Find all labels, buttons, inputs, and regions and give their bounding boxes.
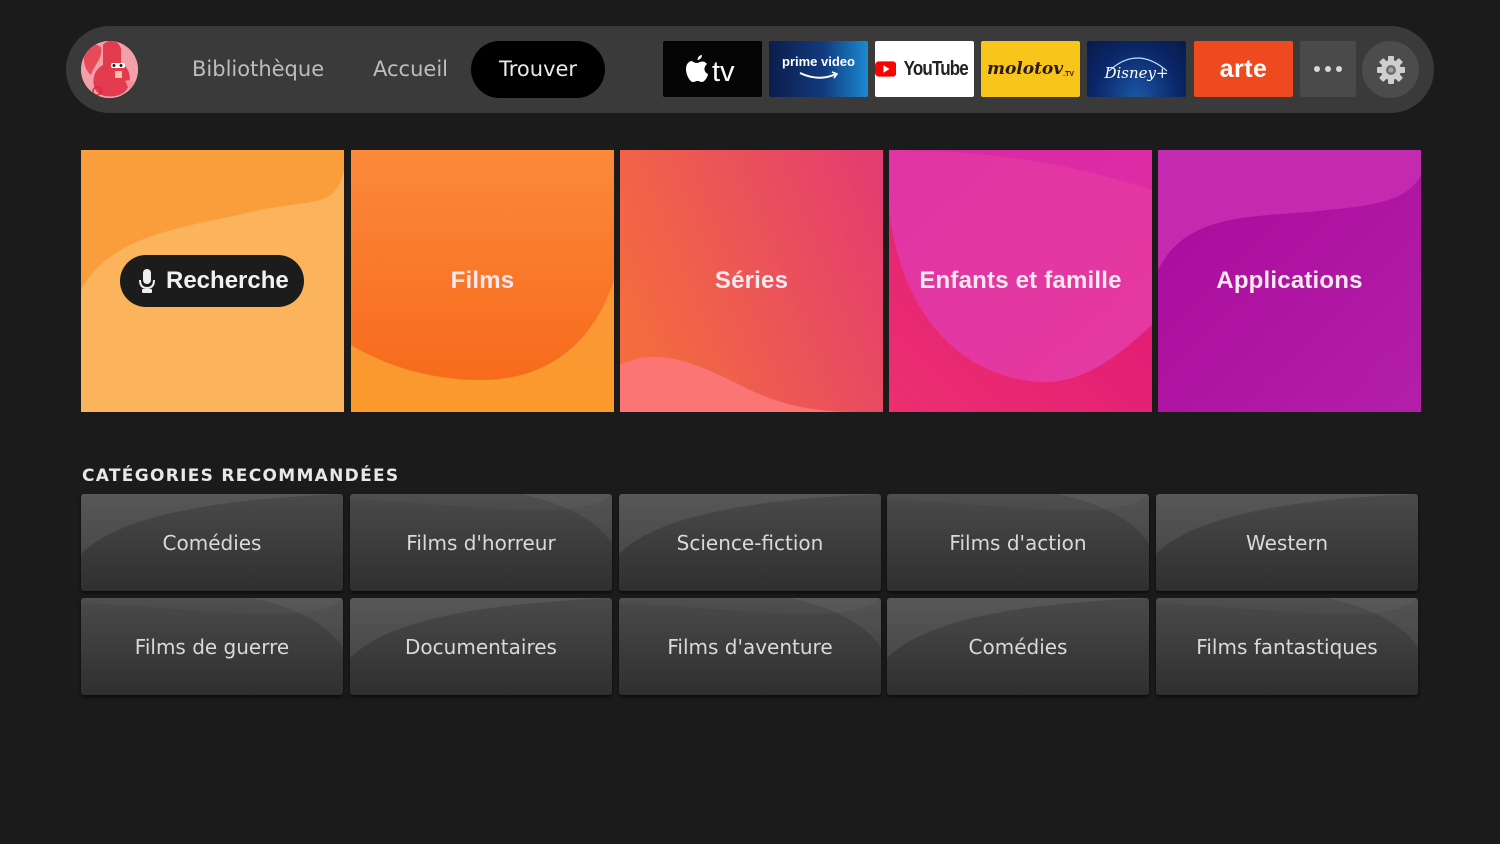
app-prime-video[interactable]: prime video [769,41,868,97]
category-card[interactable]: Documentaires [350,598,612,695]
category-card-label: Science-fiction [676,530,824,555]
apple-logo-icon: tv [685,55,735,84]
more-apps-button[interactable] [1300,41,1356,97]
top-navigation-bar: Bibliothèque Accueil Trouver tv prime vi… [66,26,1434,113]
category-card-label: Comédies [968,634,1068,659]
category-card[interactable]: Films d'horreur [350,494,612,591]
prime-smile-icon [799,70,838,79]
app-apple-tv[interactable]: tv [663,41,762,97]
youtube-play-icon [875,61,897,77]
tile-enfants-label: Enfants et famille [919,267,1122,294]
profile-avatar[interactable] [81,41,138,98]
settings-button[interactable] [1362,41,1419,98]
tile-series-label: Séries [714,267,789,294]
recommended-categories-heading: CATÉGORIES RECOMMANDÉES [82,466,400,486]
tile-films[interactable]: Films [351,150,614,412]
voice-search-label: Recherche [166,267,289,294]
category-card-label: Films d'horreur [406,530,556,555]
category-card-label: Western [1245,530,1329,555]
app-disney-plus[interactable]: Disney+ [1087,41,1186,97]
category-card-label: Films fantastiques [1196,634,1378,659]
category-card-label: Films d'aventure [667,634,833,659]
appletv-label: tv [712,56,735,84]
prime-video-label: prime video [782,53,855,69]
tile-recherche[interactable]: Recherche [81,150,344,412]
category-card-label: Comédies [162,530,262,555]
category-card[interactable]: Western [1156,494,1418,591]
category-card-label: Films de guerre [134,634,290,659]
tile-series[interactable]: Séries [620,150,883,412]
category-card[interactable]: Comédies [81,494,343,591]
arte-label: arte [1219,54,1268,83]
category-card-label: Documentaires [405,634,557,659]
molotov-label: molotov [986,59,1064,79]
app-molotov[interactable]: molotov .TV [981,41,1080,97]
microphone-icon [139,269,155,293]
molotov-tv-suffix: .TV [1063,70,1075,78]
category-card[interactable]: Science-fiction [619,494,881,591]
nav-tab-trouver[interactable]: Trouver [471,41,606,98]
nav-tab-accueil[interactable]: Accueil [373,41,448,98]
category-card-label: Films d'action [949,530,1087,555]
tile-films-label: Films [450,267,515,294]
more-dots-icon [1314,66,1320,72]
category-card[interactable]: Films d'aventure [619,598,881,695]
app-youtube[interactable]: YouTube [875,41,974,97]
more-dot [1325,66,1331,72]
app-arte[interactable]: arte [1194,41,1293,97]
more-dot [1336,66,1342,72]
youtube-label: YouTube [904,57,969,80]
disney-label: Disney+ [1104,64,1169,82]
category-card[interactable]: Films d'action [887,494,1149,591]
category-card[interactable]: Films fantastiques [1156,598,1418,695]
gear-icon [1376,55,1405,84]
tile-applications[interactable]: Applications [1158,150,1421,412]
voice-search-button[interactable]: Recherche [120,255,304,307]
category-card[interactable]: Comédies [887,598,1149,695]
nav-tab-bibliotheque[interactable]: Bibliothèque [192,41,324,98]
tile-enfants-famille[interactable]: Enfants et famille [889,150,1152,412]
category-card[interactable]: Films de guerre [81,598,343,695]
avatar-character-icon [81,41,138,98]
tile-applications-label: Applications [1216,267,1363,294]
